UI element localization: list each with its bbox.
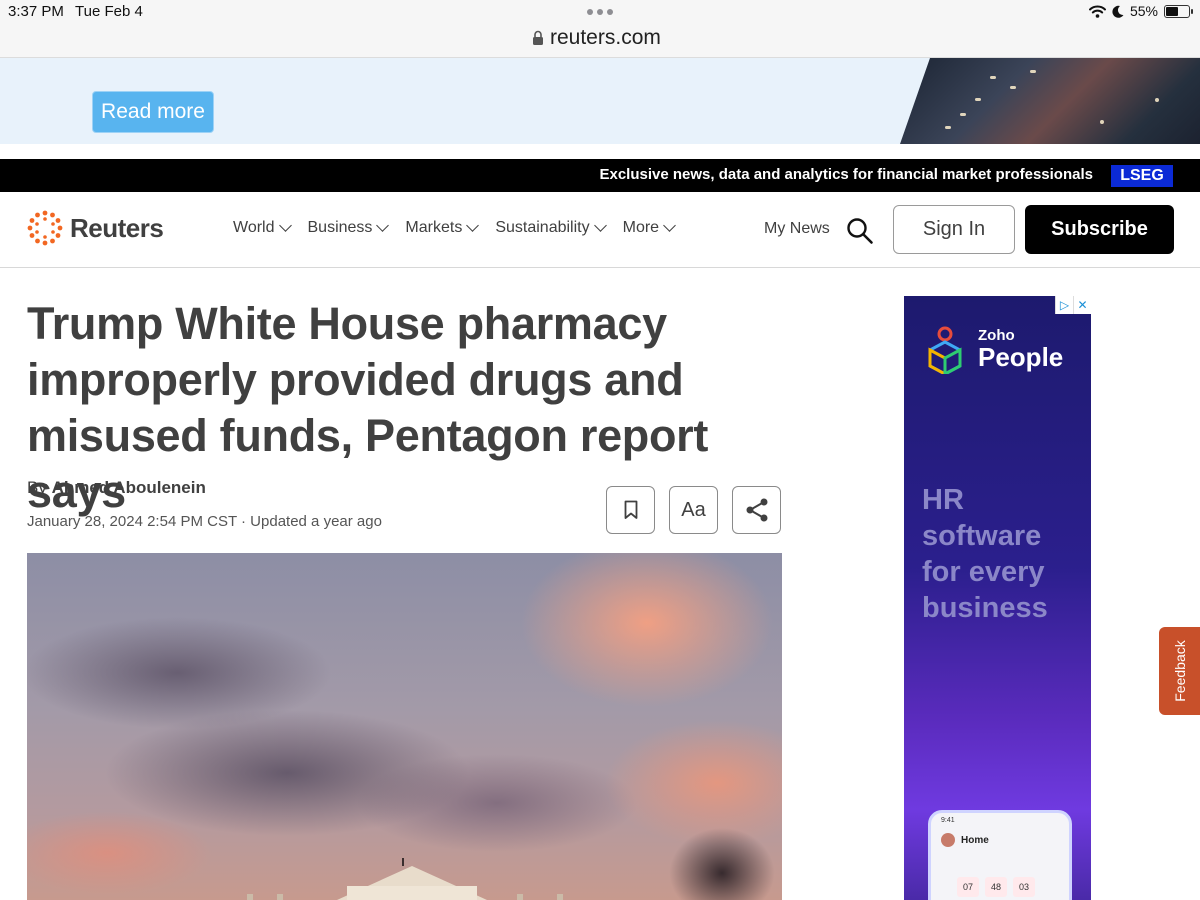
multitasking-dots-icon[interactable] [587,9,613,15]
feedback-label: Feedback [1171,640,1188,702]
zoho-people-logo: Zoho People [920,324,1063,374]
phone-home-row: Home [941,833,989,847]
avatar [941,833,955,847]
status-indicators: 55% [1088,3,1193,19]
main-nav: World Business Markets Sustainability Mo… [233,219,676,237]
phone-counter: 07 [957,877,979,897]
read-more-button[interactable]: Read more [92,91,214,133]
ad-copy: HR software for every business [922,484,1048,624]
phone-mockup: 9:41 Home 07 48 03 [928,810,1072,900]
nav-label: World [233,219,275,236]
chevron-down-icon [466,219,480,232]
article-dateline: January 28, 2024 2:54 PM CST · Updated a… [27,513,382,530]
nav-item-business[interactable]: Business [307,219,390,237]
phone-counter: 03 [1013,877,1035,897]
phone-home-label: Home [961,834,989,846]
share-button[interactable] [732,486,781,534]
nav-label: Markets [405,219,463,236]
status-time: 3:37 PM [8,3,64,20]
lseg-badge[interactable]: LSEG [1111,165,1173,187]
trees-silhouette [662,793,782,900]
nav-item-sustainability[interactable]: Sustainability [495,219,607,237]
ad-city-image [900,58,1200,144]
nav-label: Business [307,219,373,236]
chevron-down-icon [593,219,607,232]
text-size-button[interactable]: Aa [669,486,718,534]
battery-percent: 55% [1129,3,1158,19]
phone-counters: 07 48 03 [957,877,1035,897]
byline-prefix: By [27,478,47,497]
ad-choices[interactable]: ▷ ✕ [1055,296,1091,314]
chevron-down-icon [278,219,292,232]
article-hero-image[interactable] [27,553,782,900]
share-icon [746,498,767,522]
site-header: Reuters World Business Markets Sustainab… [0,192,1200,268]
subscribe-button[interactable]: Subscribe [1025,205,1174,254]
nav-item-world[interactable]: World [233,219,292,237]
bookmark-button[interactable] [606,486,655,534]
moon-icon [1112,5,1124,18]
close-icon[interactable]: ✕ [1073,296,1091,314]
bookmark-icon [624,500,637,519]
zoho-people-icon [928,326,962,374]
zoho-brand-small: Zoho [978,326,1015,344]
lock-icon [533,30,543,45]
white-house-silhouette [247,858,563,900]
side-ad[interactable]: ▷ ✕ Zoho People HR software for every bu… [904,296,1091,900]
feedback-tab[interactable]: Feedback [1159,627,1200,715]
text-size-label: Aa [681,498,706,521]
sign-in-button[interactable]: Sign In [893,205,1015,254]
browser-status-bar: 3:37 PM Tue Feb 4 reuters.com 55% [0,0,1200,58]
reuters-logo-icon [27,210,63,246]
address-bar[interactable]: reuters.com [532,26,661,50]
nav-item-markets[interactable]: Markets [405,219,480,237]
adchoices-icon[interactable]: ▷ [1055,296,1073,314]
my-news-link[interactable]: My News [764,220,830,238]
promo-bar[interactable]: Exclusive news, data and analytics for f… [0,159,1200,192]
wifi-icon [1088,5,1106,18]
article-tools: Aa [606,486,781,534]
nav-label: Sustainability [495,219,590,236]
chevron-down-icon [376,219,390,232]
zoho-brand: Zoho People [978,328,1063,371]
battery-icon [1164,4,1193,18]
reuters-logo[interactable]: Reuters [27,210,164,246]
phone-counter: 48 [985,877,1007,897]
url-text: reuters.com [550,26,661,49]
nav-item-more[interactable]: More [622,219,676,237]
top-ad-banner[interactable]: Read more [0,58,1200,144]
promo-text[interactable]: Exclusive news, data and analytics for f… [599,166,1093,183]
zoho-brand-big: People [978,341,1064,372]
chevron-down-icon [663,219,676,232]
status-date: Tue Feb 4 [75,3,143,20]
phone-time: 9:41 [941,817,955,824]
article-byline: By Ahmed Aboulenein [27,478,206,498]
nav-label: More [622,219,660,236]
logo-wordmark: Reuters [70,212,164,243]
author-link[interactable]: Ahmed Aboulenein [52,478,206,497]
search-icon[interactable] [846,217,874,245]
